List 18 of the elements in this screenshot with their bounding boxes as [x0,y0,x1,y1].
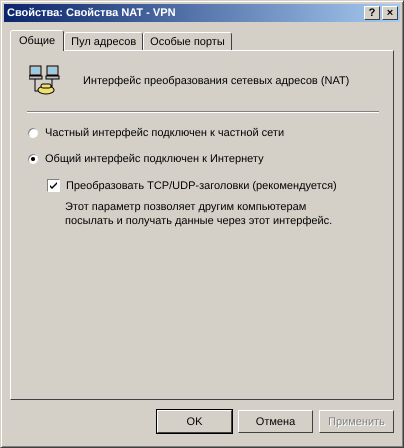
window-title: Свойства: Свойства NAT - VPN [7,7,177,19]
radio-button[interactable] [27,127,39,139]
cancel-button[interactable]: Отмена [238,410,313,433]
tab[interactable]: Общие [10,30,64,51]
radio-label[interactable]: Частный интерфейс подключен к частной сети [45,127,284,139]
radio-button[interactable] [27,153,39,165]
help-button[interactable]: ? [364,6,380,20]
tab[interactable]: Особые порты [143,32,232,50]
close-button[interactable]: × [382,6,398,20]
checkmark-icon [49,181,58,190]
checkbox-label[interactable]: Преобразовать TCP/UDP-заголовки (рекомендуется) [66,180,337,192]
ok-button[interactable]: OK [157,410,232,433]
checkbox[interactable] [47,179,60,192]
tab[interactable]: Пул адресов [64,32,144,50]
description-text: Этот параметр позволяет другим компьютерам посылать и получать данные через этот интерфейс. [65,200,334,228]
radio-label[interactable]: Общий интерфейс подключен к Интернету [45,153,264,165]
interface-description: Интерфейс преобразования сетевых адресов (NAT) [83,75,350,87]
network-computers-icon [29,65,61,97]
